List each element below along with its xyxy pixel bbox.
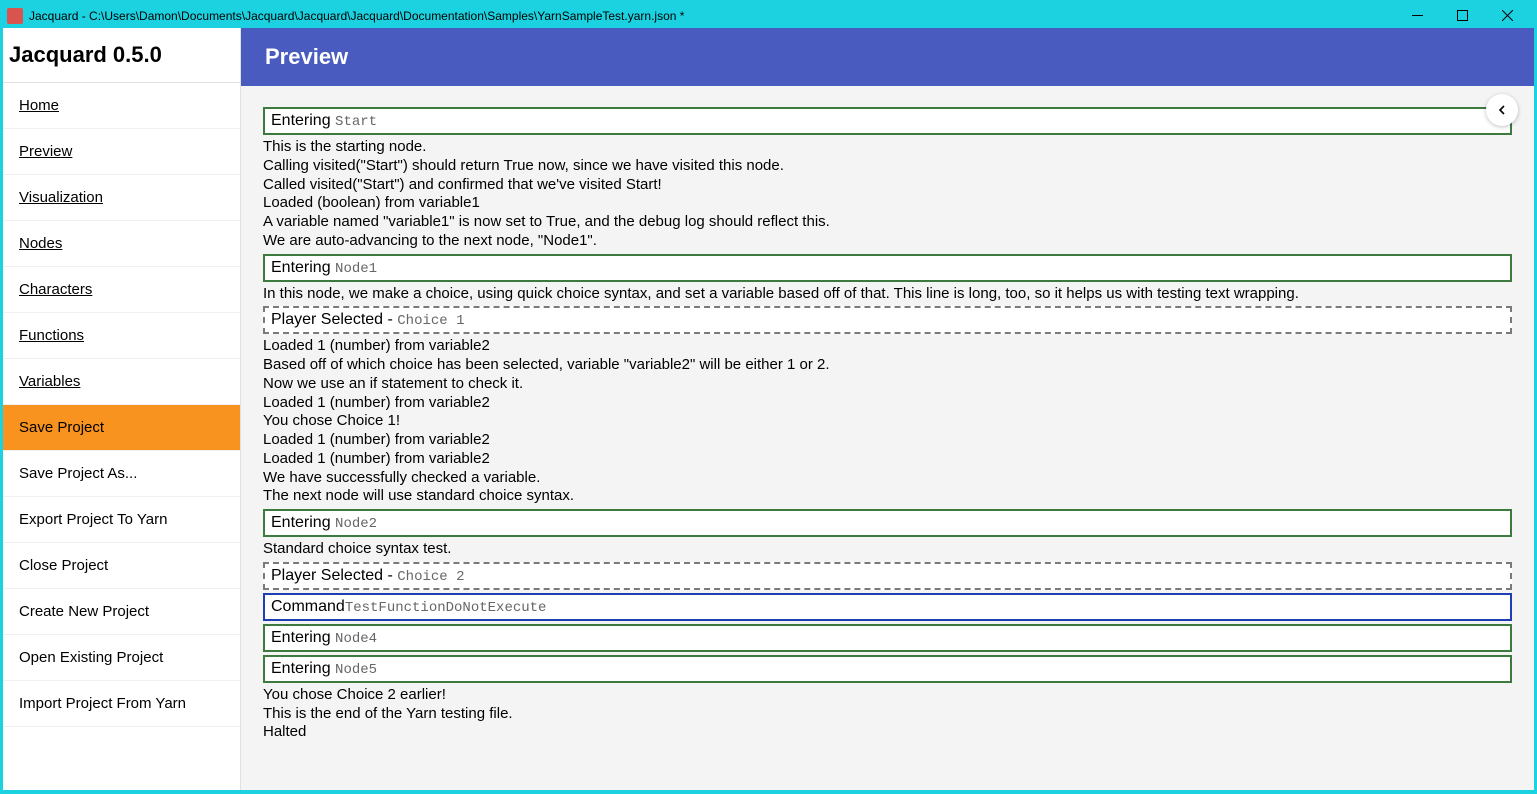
log-text: We have successfully checked a variable.: [263, 469, 1512, 488]
log-text: Loaded 1 (number) from variable2: [263, 394, 1512, 413]
log-text: This is the end of the Yarn testing file…: [263, 705, 1512, 724]
entering-node: Start: [335, 114, 377, 130]
log-text: Loaded (boolean) from variable1: [263, 194, 1512, 213]
log-text: Now we use an if statement to check it.: [263, 375, 1512, 394]
page-title: Preview: [241, 28, 1534, 86]
log-text: Halted: [263, 723, 1512, 742]
selected-label: Player Selected -: [271, 567, 397, 584]
log-text: You chose Choice 2 earlier!: [263, 686, 1512, 705]
entering-node: Node4: [335, 631, 377, 647]
sidebar: Jacquard 0.5.0 HomePreviewVisualizationN…: [3, 28, 241, 790]
player-selected-box: Player Selected - Choice 1: [263, 306, 1512, 334]
preview-log: Entering Start This is the starting node.…: [241, 86, 1534, 748]
sidebar-item-close-project[interactable]: Close Project: [3, 543, 240, 589]
log-text: The next node will use standard choice s…: [263, 487, 1512, 506]
entering-label: Entering: [271, 629, 335, 646]
sidebar-item-import-project-from-yarn[interactable]: Import Project From Yarn: [3, 681, 240, 727]
log-text: Calling visited("Start") should return T…: [263, 157, 1512, 176]
command-name: TestFunctionDoNotExecute: [345, 600, 547, 616]
log-text: You chose Choice 1!: [263, 412, 1512, 431]
sidebar-item-visualization[interactable]: Visualization: [3, 175, 240, 221]
command-box: CommandTestFunctionDoNotExecute: [263, 593, 1512, 621]
entering-box: Entering Node4: [263, 624, 1512, 652]
log-text: Loaded 1 (number) from variable2: [263, 337, 1512, 356]
entering-box: Entering Start: [263, 107, 1512, 135]
sidebar-item-open-existing-project[interactable]: Open Existing Project: [3, 635, 240, 681]
selected-choice: Choice 1: [397, 313, 464, 329]
entering-box: Entering Node2: [263, 509, 1512, 537]
entering-label: Entering: [271, 660, 335, 677]
entering-box: Entering Node5: [263, 655, 1512, 683]
maximize-button[interactable]: [1440, 5, 1485, 27]
log-text: Called visited("Start") and confirmed th…: [263, 176, 1512, 195]
sidebar-item-create-new-project[interactable]: Create New Project: [3, 589, 240, 635]
sidebar-item-functions[interactable]: Functions: [3, 313, 240, 359]
app-title: Jacquard 0.5.0: [3, 28, 240, 83]
chevron-left-icon: [1497, 105, 1507, 115]
sidebar-item-characters[interactable]: Characters: [3, 267, 240, 313]
sidebar-item-nodes[interactable]: Nodes: [3, 221, 240, 267]
entering-node: Node5: [335, 662, 377, 678]
sidebar-item-save-project-as[interactable]: Save Project As...: [3, 451, 240, 497]
selected-label: Player Selected -: [271, 311, 397, 328]
selected-choice: Choice 2: [397, 569, 464, 585]
player-selected-box: Player Selected - Choice 2: [263, 562, 1512, 590]
sidebar-item-home[interactable]: Home: [3, 83, 240, 129]
log-text: Standard choice syntax test.: [263, 540, 1512, 559]
log-text: This is the starting node.: [263, 138, 1512, 157]
entering-label: Entering: [271, 514, 335, 531]
sidebar-item-save-project[interactable]: Save Project: [3, 405, 240, 451]
log-text: Loaded 1 (number) from variable2: [263, 431, 1512, 450]
sidebar-item-preview[interactable]: Preview: [3, 129, 240, 175]
minimize-button[interactable]: [1395, 5, 1440, 27]
log-text: Based off of which choice has been selec…: [263, 356, 1512, 375]
collapse-button[interactable]: [1486, 94, 1518, 126]
log-text: We are auto-advancing to the next node, …: [263, 232, 1512, 251]
title-bar: Jacquard - C:\Users\Damon\Documents\Jacq…: [3, 3, 1534, 28]
entering-node: Node2: [335, 516, 377, 532]
sidebar-item-variables[interactable]: Variables: [3, 359, 240, 405]
window-title: Jacquard - C:\Users\Damon\Documents\Jacq…: [29, 9, 1395, 23]
log-text: A variable named "variable1" is now set …: [263, 213, 1512, 232]
entering-box: Entering Node1: [263, 254, 1512, 282]
command-label: Command: [271, 598, 345, 615]
sidebar-item-export-project-to-yarn[interactable]: Export Project To Yarn: [3, 497, 240, 543]
close-button[interactable]: [1485, 5, 1530, 27]
log-text: Loaded 1 (number) from variable2: [263, 450, 1512, 469]
content-panel: Preview Entering Start This is the starti…: [241, 28, 1534, 790]
entering-node: Node1: [335, 261, 377, 277]
app-icon: [7, 8, 23, 24]
entering-label: Entering: [271, 259, 335, 276]
log-text: In this node, we make a choice, using qu…: [263, 285, 1512, 304]
entering-label: Entering: [271, 112, 335, 129]
